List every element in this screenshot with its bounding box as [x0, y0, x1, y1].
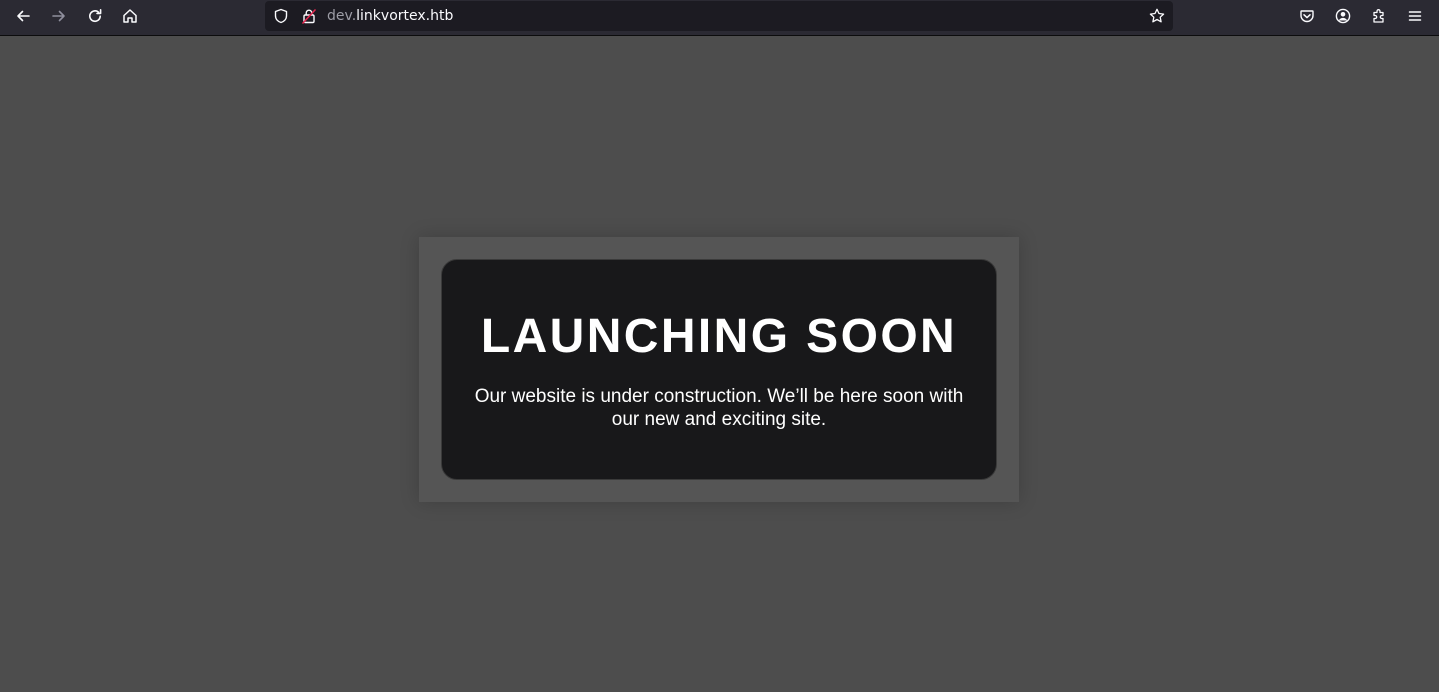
hamburger-menu-icon — [1408, 11, 1422, 21]
coming-soon-container: LAUNCHING SOON Our website is under cons… — [419, 237, 1019, 502]
shield-icon[interactable] — [273, 8, 289, 24]
url-bar[interactable]: dev.linkvortex.htb — [265, 1, 1173, 31]
menu-button[interactable] — [1399, 2, 1431, 30]
url-text[interactable]: dev.linkvortex.htb — [327, 8, 453, 24]
bookmark-button[interactable] — [1147, 6, 1167, 26]
page-headline: LAUNCHING SOON — [480, 310, 958, 363]
back-arrow-icon — [17, 10, 30, 22]
extensions-button[interactable] — [1363, 2, 1395, 30]
url-subdomain: dev. — [327, 8, 357, 24]
pocket-button[interactable] — [1291, 2, 1323, 30]
forward-arrow-icon — [52, 10, 65, 22]
account-icon — [1335, 8, 1351, 24]
reload-icon — [89, 9, 102, 23]
star-icon — [1149, 8, 1165, 23]
reload-button[interactable] — [79, 2, 111, 30]
home-button[interactable] — [114, 2, 146, 30]
browser-toolbar: dev.linkvortex.htb — [0, 0, 1439, 36]
coming-soon-card: LAUNCHING SOON Our website is under cons… — [441, 259, 997, 480]
home-icon — [123, 9, 137, 23]
url-domain: linkvortex.htb — [356, 8, 454, 24]
account-button[interactable] — [1327, 2, 1359, 30]
pocket-icon — [1300, 10, 1314, 23]
puzzle-icon — [1373, 9, 1384, 23]
back-button[interactable] — [7, 2, 39, 30]
forward-button[interactable] — [43, 2, 75, 30]
construction-message: Our website is under construction. We’ll… — [474, 386, 964, 430]
insecure-lock-icon[interactable] — [301, 8, 317, 24]
